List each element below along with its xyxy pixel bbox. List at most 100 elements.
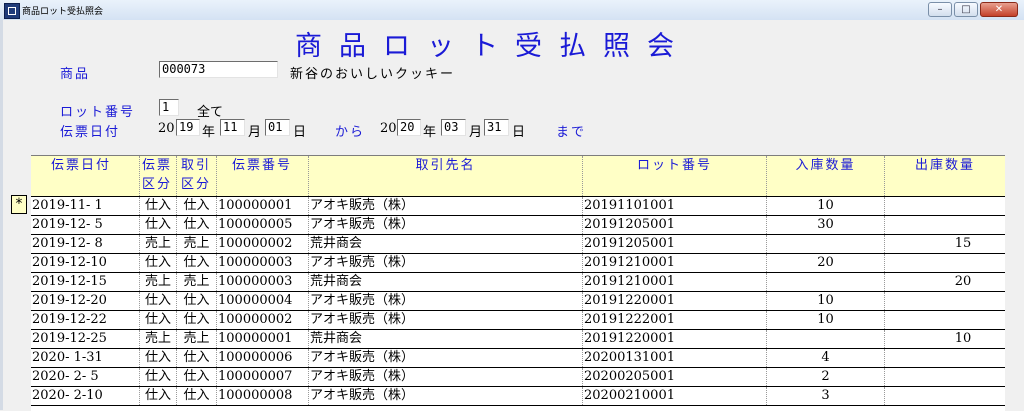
cell-lot[interactable]: 20191220001 (583, 292, 767, 310)
cell-lot[interactable]: 20200131001 (583, 349, 767, 367)
cell-in-qty[interactable]: 3 (767, 387, 885, 405)
cell-lot[interactable]: 20191220001 (583, 330, 767, 348)
cell-partner[interactable]: アオキ販売（株） (309, 254, 583, 272)
cell-trans-type[interactable]: 仕入 (177, 368, 217, 386)
cell-partner[interactable]: 荒井商会 (309, 235, 583, 253)
cell-trans-type[interactable]: 仕入 (177, 292, 217, 310)
cell-trans-type[interactable]: 売上 (177, 273, 217, 291)
cell-voucher-no[interactable]: 100000008 (217, 387, 309, 405)
cell-partner[interactable]: アオキ販売（株） (309, 197, 583, 215)
to-month-field[interactable]: 03 (441, 119, 466, 136)
cell-date[interactable]: 2019-12-20 (31, 292, 140, 310)
cell-trans-type[interactable]: 売上 (177, 235, 217, 253)
cell-date[interactable]: 2020- 2-10 (31, 387, 140, 405)
cell-voucher-type[interactable]: 仕入 (140, 311, 177, 329)
cell-date[interactable]: 2019-11- 1 (31, 197, 140, 215)
from-day-field[interactable]: 01 (265, 119, 290, 136)
cell-date[interactable]: 2019-12-15 (31, 273, 140, 291)
table-row[interactable]: 2019-12-15 売上 売上 100000003 荒井商会 20191210001 20 (31, 273, 1005, 292)
cell-date[interactable]: 2019-12- 8 (31, 235, 140, 253)
cell-lot[interactable]: 20191205001 (583, 216, 767, 234)
cell-voucher-no[interactable]: 100000002 (217, 235, 309, 253)
cell-in-qty[interactable]: 10 (767, 197, 885, 215)
cell-partner[interactable]: アオキ販売（株） (309, 292, 583, 310)
table-row[interactable]: 2019-11- 1 仕入 仕入 100000001 アオキ販売（株） 201911010… (31, 197, 1005, 216)
table-row[interactable]: 2019-12-22 仕入 仕入 100000002 アオキ販売（株） 201912220… (31, 311, 1005, 330)
cell-lot[interactable]: 20191210001 (583, 273, 767, 291)
cell-in-qty[interactable]: 10 (767, 311, 885, 329)
cell-partner[interactable]: アオキ販売（株） (309, 311, 583, 329)
cell-lot[interactable]: 20191101001 (583, 197, 767, 215)
from-year-field[interactable]: 19 (176, 119, 200, 136)
cell-voucher-no[interactable]: 100000004 (217, 292, 309, 310)
cell-voucher-type[interactable]: 売上 (140, 235, 177, 253)
minimize-button[interactable]: – (928, 2, 952, 17)
cell-out-qty[interactable]: 20 (885, 273, 1005, 291)
cell-date[interactable]: 2019-12-25 (31, 330, 140, 348)
cell-out-qty[interactable] (885, 292, 1005, 310)
cell-lot[interactable]: 20191222001 (583, 311, 767, 329)
cell-voucher-type[interactable]: 仕入 (140, 387, 177, 405)
cell-trans-type[interactable]: 仕入 (177, 197, 217, 215)
cell-voucher-no[interactable]: 100000001 (217, 197, 309, 215)
cell-lot[interactable]: 20191205001 (583, 235, 767, 253)
cell-in-qty[interactable] (767, 330, 885, 348)
cell-voucher-type[interactable]: 売上 (140, 273, 177, 291)
cell-out-qty[interactable]: 15 (885, 235, 1005, 253)
cell-lot[interactable]: 20200205001 (583, 368, 767, 386)
cell-partner[interactable]: アオキ販売（株） (309, 368, 583, 386)
cell-voucher-no[interactable]: 100000002 (217, 311, 309, 329)
cell-date[interactable]: 2019-12-22 (31, 311, 140, 329)
cell-out-qty[interactable] (885, 349, 1005, 367)
table-row[interactable]: 2019-12-25 売上 売上 100000001 荒井商会 20191220001 10 (31, 330, 1005, 349)
cell-out-qty[interactable] (885, 197, 1005, 215)
cell-voucher-type[interactable]: 仕入 (140, 197, 177, 215)
cell-in-qty[interactable]: 20 (767, 254, 885, 272)
lot-number-field[interactable]: 1 (159, 99, 179, 116)
cell-voucher-no[interactable]: 100000006 (217, 349, 309, 367)
table-row[interactable]: 2019-12-20 仕入 仕入 100000004 アオキ販売（株） 201912200… (31, 292, 1005, 311)
cell-trans-type[interactable]: 売上 (177, 330, 217, 348)
record-selector[interactable]: * (11, 195, 27, 214)
table-row[interactable]: 2019-12-10 仕入 仕入 100000003 アオキ販売（株） 201912100… (31, 254, 1005, 273)
cell-out-qty[interactable] (885, 216, 1005, 234)
cell-voucher-no[interactable]: 100000001 (217, 330, 309, 348)
cell-partner[interactable]: 荒井商会 (309, 330, 583, 348)
cell-voucher-type[interactable]: 仕入 (140, 349, 177, 367)
table-row[interactable]: 2019-12- 8 売上 売上 100000002 荒井商会 20191205001 15 (31, 235, 1005, 254)
cell-out-qty[interactable]: 10 (885, 330, 1005, 348)
cell-trans-type[interactable]: 仕入 (177, 311, 217, 329)
cell-voucher-no[interactable]: 100000003 (217, 273, 309, 291)
close-button[interactable]: ✕ (980, 2, 1018, 17)
cell-partner[interactable]: 荒井商会 (309, 273, 583, 291)
cell-voucher-no[interactable]: 100000005 (217, 216, 309, 234)
cell-trans-type[interactable]: 仕入 (177, 216, 217, 234)
cell-lot[interactable]: 20191210001 (583, 254, 767, 272)
cell-voucher-type[interactable]: 仕入 (140, 254, 177, 272)
cell-lot[interactable]: 20200210001 (583, 387, 767, 405)
cell-in-qty[interactable] (767, 273, 885, 291)
cell-in-qty[interactable] (767, 235, 885, 253)
table-row[interactable]: 2020- 1-31 仕入 仕入 100000006 アオキ販売（株） 202001310… (31, 349, 1005, 368)
cell-voucher-type[interactable]: 仕入 (140, 216, 177, 234)
cell-in-qty[interactable]: 2 (767, 368, 885, 386)
cell-partner[interactable]: アオキ販売（株） (309, 387, 583, 405)
from-month-field[interactable]: 11 (220, 119, 245, 136)
cell-date[interactable]: 2020- 1-31 (31, 349, 140, 367)
cell-in-qty[interactable]: 4 (767, 349, 885, 367)
table-row[interactable]: 2020- 2-10 仕入 仕入 100000008 アオキ販売（株） 202002100… (31, 387, 1005, 406)
cell-in-qty[interactable]: 30 (767, 216, 885, 234)
cell-voucher-type[interactable]: 仕入 (140, 368, 177, 386)
to-day-field[interactable]: 31 (484, 119, 509, 136)
cell-in-qty[interactable]: 10 (767, 292, 885, 310)
cell-out-qty[interactable] (885, 254, 1005, 272)
table-row[interactable]: 2019-12- 5 仕入 仕入 100000005 アオキ販売（株） 201912050… (31, 216, 1005, 235)
cell-out-qty[interactable] (885, 387, 1005, 405)
cell-date[interactable]: 2020- 2- 5 (31, 368, 140, 386)
cell-date[interactable]: 2019-12-10 (31, 254, 140, 272)
cell-out-qty[interactable] (885, 368, 1005, 386)
cell-partner[interactable]: アオキ販売（株） (309, 349, 583, 367)
cell-voucher-no[interactable]: 100000003 (217, 254, 309, 272)
cell-trans-type[interactable]: 仕入 (177, 349, 217, 367)
cell-partner[interactable]: アオキ販売（株） (309, 216, 583, 234)
